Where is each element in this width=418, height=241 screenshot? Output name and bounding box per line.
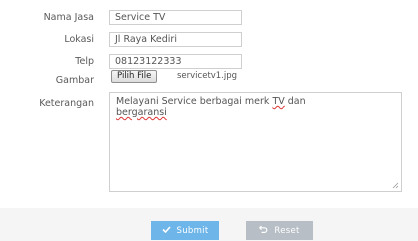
choose-file-button[interactable]: Pilih File [111, 70, 158, 83]
keterangan-text-part1: Melayani Service berbagai merk [116, 96, 273, 107]
lokasi-label: Lokasi [64, 34, 94, 45]
gambar-label: Gambar [55, 75, 94, 86]
submit-label: Submit [176, 225, 209, 236]
service-form: Nama Jasa Service TV Lokasi Jl Raya Kedi… [0, 0, 418, 241]
resize-handle-icon[interactable] [392, 182, 399, 189]
reset-button[interactable]: Reset [246, 221, 313, 240]
nama-jasa-label: Nama Jasa [43, 12, 94, 23]
telp-input[interactable]: 08123122333 [109, 54, 242, 69]
undo-icon [259, 225, 268, 236]
keterangan-text-tv: TV [272, 96, 285, 107]
reset-label: Reset [274, 225, 300, 236]
keterangan-text-line2: bergaransi [116, 107, 167, 118]
keterangan-textarea[interactable]: Melayani Service berbagai merk TV dan be… [109, 92, 402, 192]
selected-file-name: servicetv1.jpg [177, 71, 238, 81]
keterangan-text-part2: dan [284, 96, 306, 107]
keterangan-label: Keterangan [39, 98, 94, 109]
submit-button[interactable]: Submit [151, 221, 219, 240]
lokasi-input[interactable]: Jl Raya Kediri [109, 32, 242, 47]
check-icon [161, 226, 171, 236]
nama-jasa-input[interactable]: Service TV [109, 10, 242, 25]
telp-label: Telp [75, 56, 94, 67]
